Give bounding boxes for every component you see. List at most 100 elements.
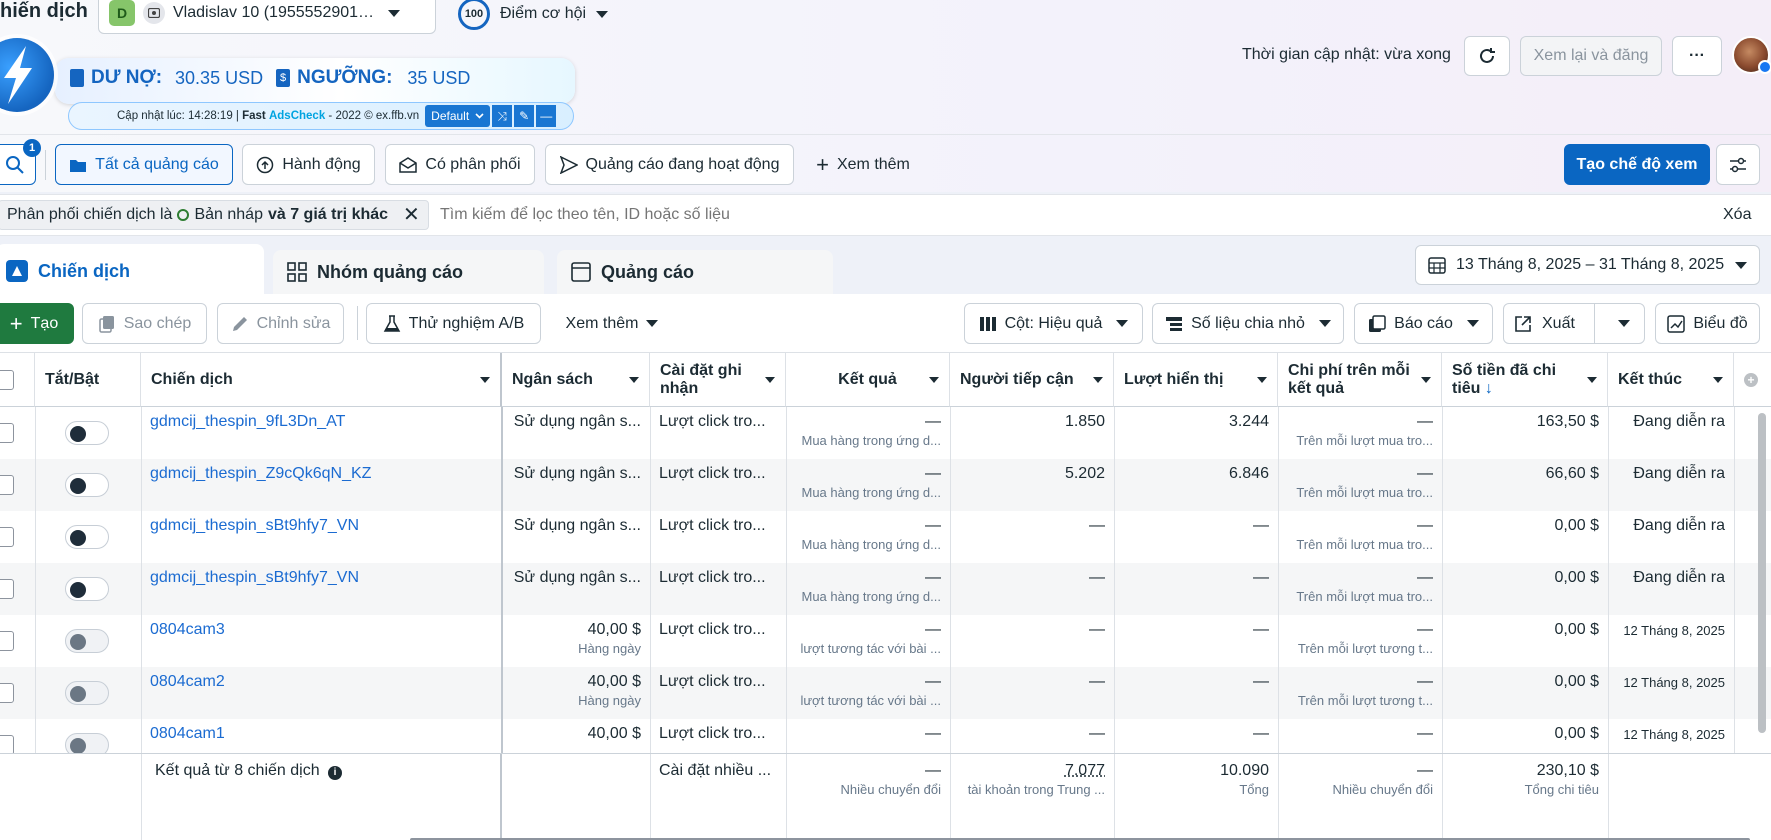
account-selector[interactable]: D Vladislav 10 (1955552901… xyxy=(98,0,436,34)
filters-row-divider xyxy=(0,134,1771,135)
col-toggle[interactable]: Tắt/Bật xyxy=(35,353,141,407)
campaign-name-link[interactable]: 0804cam2 xyxy=(141,667,502,719)
campaign-name-link[interactable]: gdmcij_thespin_Z9cQk6qN_KZ xyxy=(141,459,502,511)
row-checkbox[interactable] xyxy=(0,423,14,443)
table-row[interactable]: gdmcij_thespin_sBt9hfy7_VN Sử dụng ngân s… xyxy=(0,511,1771,563)
refresh-button[interactable] xyxy=(1464,36,1510,76)
search-input[interactable] xyxy=(440,201,1140,229)
close-icon[interactable]: ✕ xyxy=(403,205,420,225)
campaign-toggle[interactable] xyxy=(65,525,109,549)
review-publish-button[interactable]: Xem lại và đăng xyxy=(1520,36,1662,76)
campaign-name-link[interactable]: 0804cam1 xyxy=(141,719,502,753)
export-button[interactable]: Xuất xyxy=(1503,303,1645,344)
campaign-toggle[interactable] xyxy=(65,629,109,653)
summary-amount-spent: 230,10 $ Tổng chi tiêu xyxy=(1524,762,1599,797)
view-settings-button[interactable] xyxy=(1716,144,1760,185)
row-checkbox[interactable] xyxy=(0,683,14,703)
toolbar-more-button[interactable]: Xem thêm xyxy=(556,303,668,344)
table-row[interactable]: gdmcij_thespin_Z9cQk6qN_KZ Sử dụng ngân s… xyxy=(0,459,1771,511)
minimize-icon[interactable]: — xyxy=(536,105,557,127)
table-row[interactable]: 0804cam1 40,00 $ Lượt click tro... — — — — 0,00… xyxy=(0,719,1771,753)
campaign-toggle[interactable] xyxy=(65,473,109,497)
col-results[interactable]: Kết quả xyxy=(786,353,950,407)
row-checkbox[interactable] xyxy=(0,631,14,651)
campaign-toggle[interactable] xyxy=(65,681,109,705)
add-column-icon[interactable]: + xyxy=(1744,372,1758,387)
breakdown-button[interactable]: Số liệu chia nhỏ xyxy=(1152,303,1344,344)
col-attribution[interactable]: Cài đặt ghi nhận xyxy=(650,353,786,407)
columns-button[interactable]: Cột: Hiệu quả xyxy=(964,303,1143,344)
col-cost-per-result[interactable]: Chi phí trên mỗi kết quả xyxy=(1278,353,1442,407)
date-range-picker[interactable]: 13 Tháng 8, 2025 – 31 Tháng 8, 2025 xyxy=(1415,245,1760,285)
cell-results: — Mua hàng trong ứng d... xyxy=(786,459,950,511)
filter-chip-value: Bản nháp xyxy=(194,206,263,223)
col-reach[interactable]: Người tiếp cận xyxy=(950,353,1114,407)
cell-cost-per-result: — Trên mỗi lượt tương t... xyxy=(1278,667,1442,719)
campaign-name-link[interactable]: gdmcij_thespin_sBt9hfy7_VN xyxy=(141,511,502,563)
table-row[interactable]: 0804cam3 40,00 $ Hàng ngày Lượt click tro..… xyxy=(0,615,1771,667)
cell-cost-per-result: — Trên mỗi lượt mua tro... xyxy=(1278,563,1442,615)
table-row[interactable]: gdmcij_thespin_sBt9hfy7_VN Sử dụng ngân s… xyxy=(0,563,1771,615)
cell-cost-per-result: — Trên mỗi lượt mua tro... xyxy=(1278,511,1442,563)
col-ends[interactable]: Kết thúc xyxy=(1608,353,1734,407)
cell-reach-value: 5.202 xyxy=(1064,465,1105,482)
update-time: Thời gian cập nhật: vừa xong xyxy=(1242,46,1451,63)
more-options-button[interactable]: ··· xyxy=(1672,36,1722,76)
opportunity-score[interactable]: 100 Điểm cơ hội xyxy=(458,0,609,30)
campaign-toggle[interactable] xyxy=(65,577,109,601)
avatar[interactable] xyxy=(1732,36,1771,74)
active-ads-filter[interactable]: Quảng cáo đang hoạt động xyxy=(545,144,794,185)
chevron-down-icon xyxy=(1466,320,1479,327)
row-checkbox[interactable] xyxy=(0,735,14,753)
tab-ads[interactable]: Quảng cáo xyxy=(557,250,833,294)
delivering-filter[interactable]: Có phân phối xyxy=(385,144,535,185)
ab-test-button[interactable]: Thử nghiệm A/B xyxy=(366,303,541,344)
chevron-down-icon[interactable] xyxy=(1618,320,1630,327)
shuffle-icon[interactable]: ⤨ xyxy=(492,105,513,127)
all-ads-filter[interactable]: Tất cả quảng cáo xyxy=(55,144,233,185)
filter-chip[interactable]: Phân phối chiến dịch là Bản nháp và 7 gi… xyxy=(0,200,429,230)
cell-impressions-value: — xyxy=(1253,621,1269,638)
search-button[interactable]: 1 xyxy=(0,139,41,185)
create-view-button[interactable]: Tạo chế độ xem xyxy=(1564,144,1710,185)
table-row[interactable]: 0804cam2 40,00 $ Hàng ngày Lượt click tro..… xyxy=(0,667,1771,719)
edit-button[interactable]: Chỉnh sửa xyxy=(217,303,344,344)
col-impressions[interactable]: Lượt hiển thị xyxy=(1114,353,1278,407)
reports-button[interactable]: Báo cáo xyxy=(1354,303,1493,344)
column-divider xyxy=(1114,407,1115,753)
tab-campaigns[interactable]: Chiến dịch xyxy=(0,244,264,298)
row-checkbox[interactable] xyxy=(0,527,14,547)
vertical-scrollbar[interactable] xyxy=(1758,413,1766,733)
clear-filters-link[interactable]: Xóa xyxy=(1723,206,1751,224)
campaign-toggle[interactable] xyxy=(65,421,109,445)
actions-filter[interactable]: Hành động xyxy=(242,144,375,185)
campaign-toggle[interactable] xyxy=(65,733,109,753)
cell-amount-spent: 0,00 $ xyxy=(1442,563,1608,615)
row-checkbox[interactable] xyxy=(0,579,14,599)
widget-preset-select[interactable]: Default xyxy=(425,105,491,127)
cell-attribution: Lượt click tro... xyxy=(650,719,786,753)
chart-icon xyxy=(1667,314,1686,333)
campaign-name-link[interactable]: 0804cam3 xyxy=(141,615,502,667)
chevron-down-icon xyxy=(388,9,401,17)
tab-adsets[interactable]: Nhóm quảng cáo xyxy=(273,250,544,294)
cell-ends: Đang diễn ra xyxy=(1608,511,1734,563)
campaign-name-link[interactable]: gdmcij_thespin_sBt9hfy7_VN xyxy=(141,563,502,615)
cell-reach: — xyxy=(950,511,1114,563)
campaign-name-link[interactable]: gdmcij_thespin_9fL3Dn_AT xyxy=(141,407,502,459)
summary-divider xyxy=(650,754,651,840)
col-campaign[interactable]: Chiến dịch xyxy=(141,353,502,407)
grid-icon xyxy=(287,262,307,282)
create-button[interactable]: + Tạo xyxy=(0,303,74,344)
table-row[interactable]: gdmcij_thespin_9fL3Dn_AT Sử dụng ngân s..… xyxy=(0,407,1771,459)
see-more-filters[interactable]: + Xem thêm xyxy=(806,144,920,185)
info-icon[interactable]: i xyxy=(328,766,343,780)
select-all-checkbox[interactable] xyxy=(0,370,14,390)
col-amount-spent[interactable]: Số tiền đã chi tiêu ↓ xyxy=(1442,353,1608,407)
col-budget[interactable]: Ngân sách xyxy=(502,353,650,407)
edit-icon[interactable]: ✎ xyxy=(514,105,535,127)
row-checkbox[interactable] xyxy=(0,475,14,495)
charts-button[interactable]: Biểu đồ xyxy=(1655,303,1760,344)
duplicate-button[interactable]: Sao chép xyxy=(82,303,207,344)
cell-reach: — xyxy=(950,719,1114,753)
